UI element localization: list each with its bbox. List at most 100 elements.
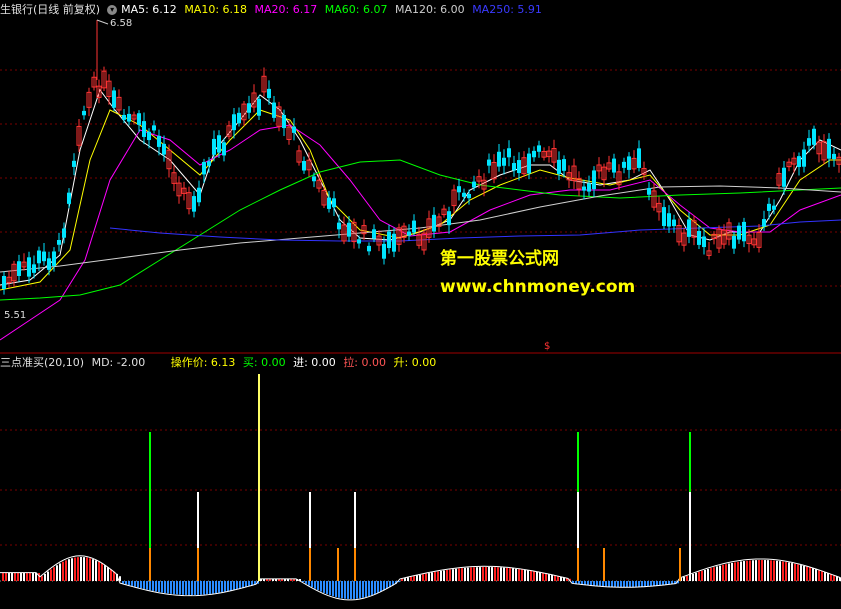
hist-bar xyxy=(626,581,628,587)
ma-line xyxy=(0,109,841,291)
hist-bar xyxy=(440,570,442,581)
hist-bar xyxy=(443,570,445,581)
candle-body xyxy=(157,135,161,147)
high-pointer xyxy=(96,19,109,25)
kline-chart[interactable] xyxy=(0,0,841,609)
hist-bar xyxy=(593,581,595,586)
candle-body xyxy=(742,221,746,242)
hist-bar xyxy=(380,581,382,592)
hist-bar xyxy=(413,576,415,581)
hist-bar xyxy=(104,565,106,581)
hist-bar xyxy=(305,581,307,584)
hist-bar xyxy=(635,581,637,587)
candle-body xyxy=(207,161,211,166)
hist-bar xyxy=(761,560,763,581)
hist-bar xyxy=(434,571,436,581)
signal-marker: $ xyxy=(544,341,551,352)
candle-body xyxy=(42,251,46,262)
hist-bar xyxy=(242,581,244,588)
candle-body xyxy=(497,151,501,167)
hist-bar xyxy=(377,581,379,593)
hist-bar xyxy=(173,581,175,595)
hist-bar xyxy=(218,581,220,593)
hist-bar xyxy=(77,557,79,581)
candle-body xyxy=(62,228,66,238)
watermark-url: www.chnmoney.com xyxy=(440,277,636,297)
hist-bar xyxy=(146,581,148,590)
hist-bar xyxy=(551,574,553,581)
candle-body xyxy=(247,103,251,113)
candle-body xyxy=(32,264,36,273)
hist-bar xyxy=(431,572,433,581)
candle-body xyxy=(802,149,806,167)
candle-body xyxy=(122,114,126,120)
candle-body xyxy=(192,196,196,212)
candle-body xyxy=(327,197,331,209)
hist-bar xyxy=(50,569,52,581)
hist-bar xyxy=(245,581,247,587)
md-value: MD: -2.00 xyxy=(91,356,146,369)
pull-value: 拉: 0.00 xyxy=(343,356,387,369)
hist-bar xyxy=(191,581,193,595)
hist-bar xyxy=(59,563,61,581)
hist-bar xyxy=(479,567,481,581)
hist-bar xyxy=(827,573,829,581)
hist-bar xyxy=(467,567,469,581)
hist-bar xyxy=(437,571,439,581)
hist-bar xyxy=(527,570,529,581)
hist-bar xyxy=(167,581,169,594)
candle-body xyxy=(432,214,436,232)
hist-bar xyxy=(662,581,664,585)
hist-bar xyxy=(155,581,157,592)
hist-bar xyxy=(614,581,616,587)
hist-bar xyxy=(95,560,97,581)
hist-bar xyxy=(452,569,454,581)
candle-body xyxy=(827,138,831,159)
candle-body xyxy=(637,148,641,168)
hist-bar xyxy=(683,576,685,581)
candle-body xyxy=(667,213,671,227)
candle-body xyxy=(562,159,566,171)
hist-bar xyxy=(530,570,532,581)
hist-bar xyxy=(107,567,109,581)
hist-bar xyxy=(308,581,310,586)
hist-bar xyxy=(503,567,505,581)
hist-bar xyxy=(161,581,163,593)
candle-body xyxy=(702,236,706,248)
hist-bar xyxy=(488,567,490,581)
hist-bar xyxy=(239,581,241,589)
hist-bar xyxy=(602,581,604,587)
hist-bar xyxy=(236,581,238,590)
candle-body xyxy=(267,88,271,99)
candle-body xyxy=(302,161,306,171)
hist-bar xyxy=(350,581,352,599)
candle-body xyxy=(52,251,56,266)
hist-bar xyxy=(710,568,712,581)
candle-body xyxy=(527,153,531,174)
hist-bar xyxy=(707,568,709,581)
candle-body xyxy=(47,258,51,270)
candle-body xyxy=(272,102,276,118)
hist-bar xyxy=(521,569,523,581)
hist-bar xyxy=(89,558,91,581)
indicator-name[interactable]: 三点准买(20,10) xyxy=(0,356,84,369)
hist-bar xyxy=(35,573,37,581)
hist-bar xyxy=(533,571,535,581)
candle-body xyxy=(507,148,511,158)
hist-bar xyxy=(215,581,217,594)
candle-body xyxy=(292,126,296,133)
candle-body xyxy=(812,128,816,145)
hist-bar xyxy=(314,581,316,589)
hist-bar xyxy=(410,576,412,581)
hist-bar xyxy=(539,572,541,581)
hist-bar xyxy=(512,568,514,581)
hist-bar xyxy=(137,581,139,588)
hist-bar xyxy=(179,581,181,595)
hist-bar xyxy=(455,568,457,581)
hist-bar xyxy=(542,573,544,581)
hist-bar xyxy=(728,563,730,581)
hist-bar xyxy=(29,573,31,581)
hist-bar xyxy=(659,581,661,586)
candle-body xyxy=(627,156,631,170)
hist-bar xyxy=(335,581,337,598)
